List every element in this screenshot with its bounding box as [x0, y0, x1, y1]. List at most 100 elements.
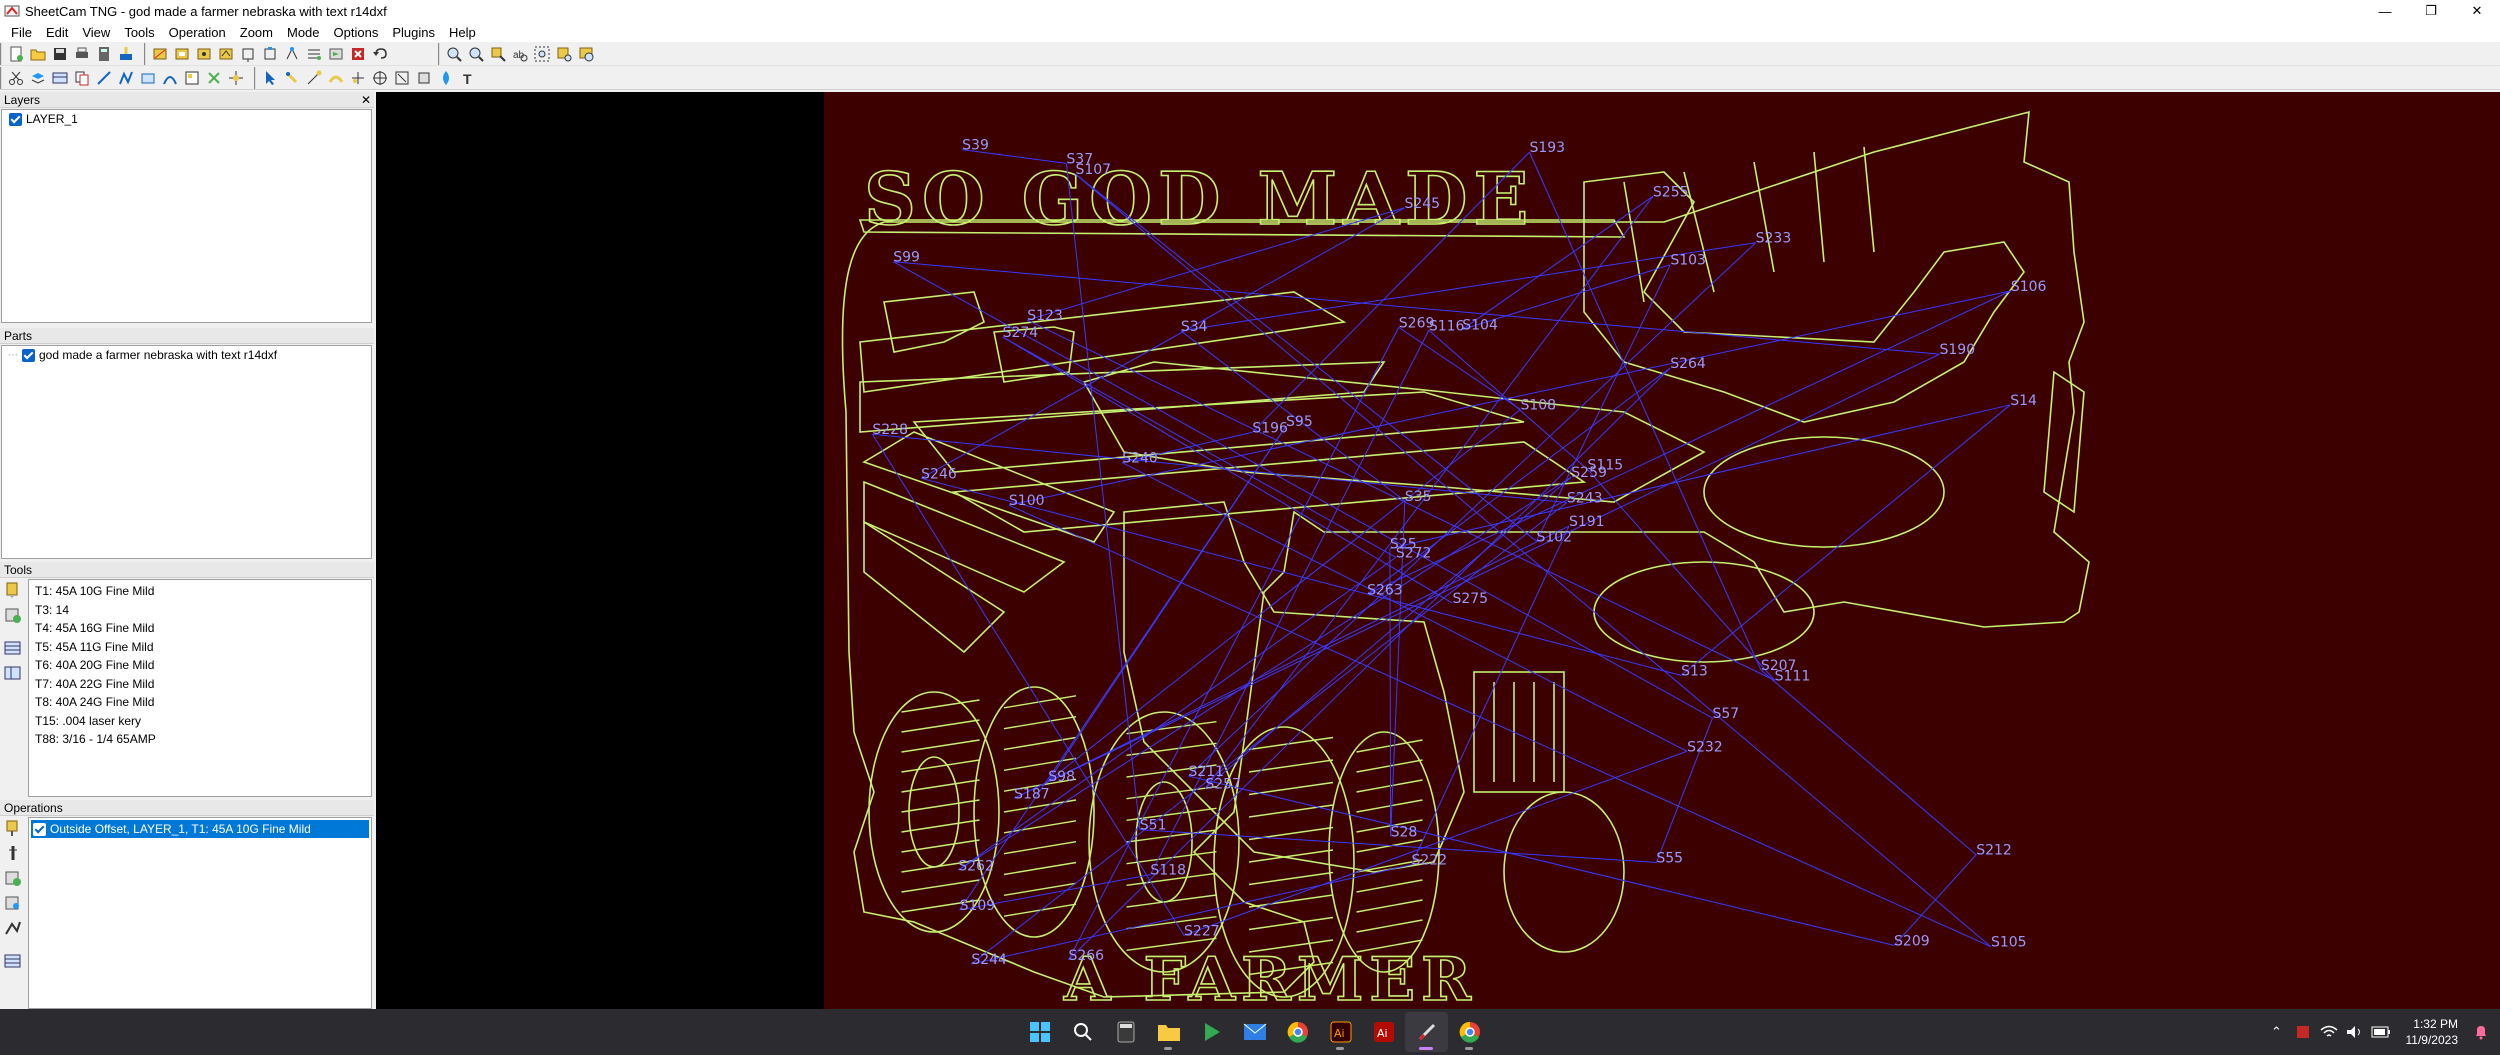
- taskbar-sheetcam[interactable]: [1405, 1012, 1448, 1052]
- shape-label[interactable]: S255: [1653, 184, 1689, 200]
- shape-label[interactable]: S123: [1027, 308, 1063, 324]
- rectangle-button[interactable]: [137, 67, 159, 89]
- path-order-button[interactable]: [303, 43, 325, 65]
- shape-label[interactable]: S25: [1390, 536, 1417, 552]
- pocket-button[interactable]: [171, 43, 193, 65]
- tool-library-icon[interactable]: [3, 664, 23, 682]
- shape-label[interactable]: S57: [1712, 706, 1739, 722]
- operation-settings-icon[interactable]: [3, 869, 23, 887]
- shape-label[interactable]: S51: [1140, 818, 1167, 834]
- tool-item[interactable]: T5: 45A 11G Fine Mild: [29, 638, 371, 657]
- cut-profile-button[interactable]: [149, 43, 171, 65]
- shape-label[interactable]: S35: [1405, 489, 1432, 505]
- set-origin-button[interactable]: [369, 67, 391, 89]
- shape-label[interactable]: S95: [1286, 414, 1313, 430]
- crop-button[interactable]: [413, 67, 435, 89]
- minimize-button[interactable]: —: [2362, 0, 2408, 22]
- layers-panel-close-icon[interactable]: ✕: [358, 93, 374, 107]
- operation-item[interactable]: Outside Offset, LAYER_1, T1: 45A 10G Fin…: [31, 820, 369, 838]
- close-button[interactable]: ✕: [2454, 0, 2500, 22]
- zoom-all-button[interactable]: [575, 43, 597, 65]
- menu-view[interactable]: View: [75, 25, 117, 40]
- shape-label[interactable]: S244: [971, 952, 1007, 968]
- shape-label[interactable]: S102: [1536, 529, 1572, 545]
- layers-button[interactable]: [27, 67, 49, 89]
- open-file-button[interactable]: [27, 43, 49, 65]
- tray-overflow-chevron-icon[interactable]: ⌃: [2264, 1019, 2290, 1045]
- taskbar-clock[interactable]: 1:32 PM 11/9/2023: [2394, 1016, 2469, 1048]
- layer-checkbox[interactable]: [9, 112, 22, 126]
- cut-button[interactable]: [5, 67, 27, 89]
- shape-label[interactable]: S14: [2010, 393, 2037, 409]
- menu-edit[interactable]: Edit: [39, 25, 75, 40]
- calculator-button[interactable]: [93, 43, 115, 65]
- taskbar-chrome-2[interactable]: [1448, 1012, 1491, 1052]
- shape-label[interactable]: S243: [1567, 491, 1603, 507]
- maximize-button[interactable]: ❐: [2408, 0, 2454, 22]
- shape-label[interactable]: S99: [893, 250, 920, 266]
- menu-mode[interactable]: Mode: [280, 25, 327, 40]
- zoom-extents-button[interactable]: [531, 43, 553, 65]
- pick-start-button[interactable]: [303, 67, 325, 89]
- measure-button[interactable]: [391, 67, 413, 89]
- menu-operation[interactable]: Operation: [162, 25, 233, 40]
- shape-label[interactable]: S13: [1681, 663, 1708, 679]
- new-file-button[interactable]: [5, 43, 27, 65]
- undo-button[interactable]: [369, 43, 391, 65]
- shape-label[interactable]: S274: [1003, 325, 1039, 341]
- zoom-part-button[interactable]: [553, 43, 575, 65]
- notification-bell-icon[interactable]: [2468, 1019, 2494, 1045]
- taskbar-calculator[interactable]: [1104, 1012, 1147, 1052]
- shape-label[interactable]: S100: [1009, 493, 1045, 509]
- operation-table-icon[interactable]: [3, 952, 23, 970]
- shape-label[interactable]: S240: [1122, 451, 1158, 467]
- menu-file[interactable]: File: [4, 25, 39, 40]
- operation-path-icon[interactable]: [3, 919, 23, 937]
- shape-label[interactable]: S227: [1184, 923, 1220, 939]
- select-contour-button[interactable]: [325, 67, 347, 89]
- operation-checkbox[interactable]: [33, 822, 46, 836]
- shape-label[interactable]: S55: [1656, 850, 1683, 866]
- tool-item[interactable]: T88: 3/16 - 1/4 65AMP: [29, 730, 371, 749]
- shape-label[interactable]: S228: [872, 422, 908, 438]
- shape-label[interactable]: S263: [1367, 582, 1403, 598]
- flame-button[interactable]: [435, 67, 457, 89]
- text-tool-button[interactable]: T: [457, 67, 479, 89]
- tool-item[interactable]: T15: .004 laser kery: [29, 712, 371, 731]
- sheet-area[interactable]: SO GOD MADE A FARMER S275 S274 S272 S262 S25…: [824, 92, 2500, 1009]
- new-tool-icon[interactable]: [3, 581, 23, 599]
- menu-help[interactable]: Help: [442, 25, 483, 40]
- menu-options[interactable]: Options: [327, 25, 386, 40]
- engrave-button[interactable]: [215, 43, 237, 65]
- start-point-button[interactable]: [281, 43, 303, 65]
- part-item[interactable]: ⋯ god made a farmer nebraska with text r…: [2, 346, 371, 364]
- add-operation-icon[interactable]: [3, 819, 23, 837]
- shape-label[interactable]: S196: [1252, 420, 1288, 436]
- shape-label[interactable]: S34: [1181, 319, 1208, 335]
- shape-label[interactable]: S116: [1429, 318, 1465, 334]
- tool-table-icon[interactable]: [3, 639, 23, 657]
- shape-label[interactable]: S211: [1188, 764, 1224, 780]
- layer-item[interactable]: LAYER_1: [2, 110, 371, 128]
- shape-label[interactable]: S275: [1452, 591, 1488, 607]
- polyline-button[interactable]: [115, 67, 137, 89]
- tool-table-button[interactable]: [49, 67, 71, 89]
- arc-button[interactable]: [159, 67, 181, 89]
- shape-label[interactable]: S39: [962, 138, 989, 154]
- offset-button[interactable]: [237, 43, 259, 65]
- battery-icon[interactable]: [2368, 1019, 2394, 1045]
- select-arrow-button[interactable]: [259, 67, 281, 89]
- origin-button[interactable]: [225, 67, 247, 89]
- shape-label[interactable]: S212: [1976, 843, 2012, 859]
- shape-label[interactable]: S187: [1014, 786, 1050, 802]
- menu-plugins[interactable]: Plugins: [385, 25, 442, 40]
- part-checkbox[interactable]: [22, 348, 35, 362]
- shape-label[interactable]: S98: [1048, 769, 1075, 785]
- tab-button[interactable]: [259, 43, 281, 65]
- wifi-icon[interactable]: [2316, 1019, 2342, 1045]
- shape-label[interactable]: S207: [1761, 658, 1797, 674]
- tool-item[interactable]: T3: 14: [29, 601, 371, 620]
- shape-label[interactable]: S245: [1404, 196, 1440, 212]
- copy-button[interactable]: [71, 67, 93, 89]
- shape-label[interactable]: S103: [1670, 253, 1706, 269]
